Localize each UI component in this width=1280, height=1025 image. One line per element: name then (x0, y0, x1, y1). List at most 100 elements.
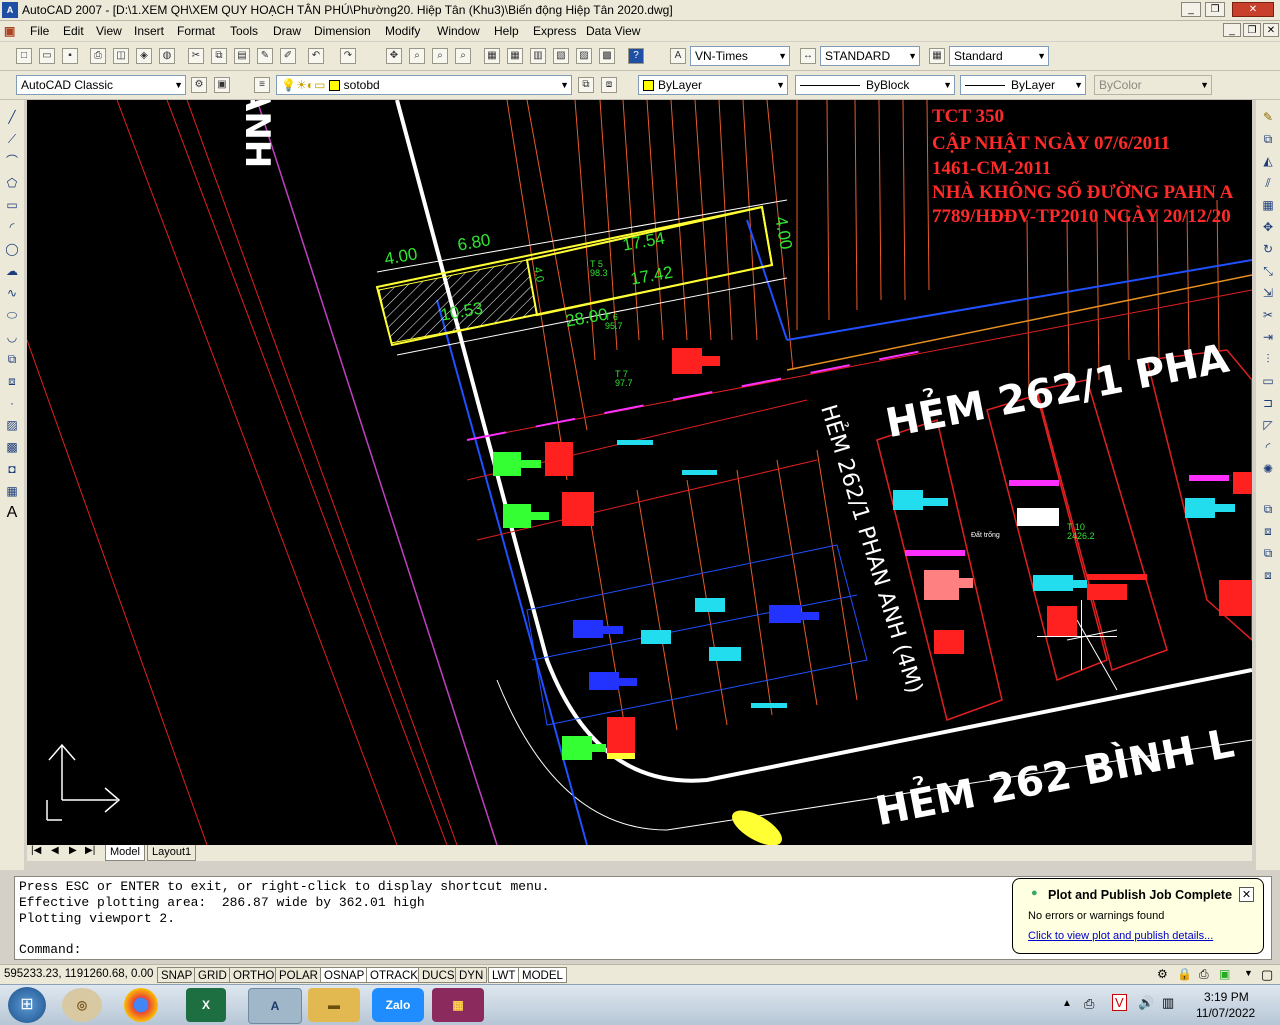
bring-front-icon[interactable]: ⧈ (1259, 522, 1277, 540)
publish-icon[interactable]: ◈ (136, 48, 152, 64)
offset-icon[interactable]: ⫽ (1259, 174, 1277, 192)
tab-first-icon[interactable]: |◀ (31, 845, 41, 856)
region-icon[interactable]: ◘ (3, 460, 21, 478)
table-style-select[interactable]: Standard ▼ (949, 46, 1049, 66)
tab-layout1[interactable]: Layout1 (147, 845, 197, 861)
ellipse-icon[interactable]: ⬭ (3, 306, 21, 324)
layer-select[interactable]: 💡☀◐▭ sotobd ▼ (276, 75, 572, 95)
drawing-canvas[interactable]: TCT 350 CẬP NHẬT NGÀY 07/6/2011 1461-CM-… (27, 100, 1252, 845)
array-icon[interactable]: ▦ (1259, 196, 1277, 214)
explode-icon[interactable]: ✺ (1259, 460, 1277, 478)
winrar-app-icon[interactable]: ▦ (432, 988, 484, 1022)
insert-block-icon[interactable]: ⧉ (3, 350, 21, 368)
my-workspace-icon[interactable]: ▣ (214, 77, 230, 93)
autocad-app-icon[interactable]: A (2, 2, 18, 18)
otrack-toggle[interactable]: OTRACK (366, 967, 422, 983)
rotate-icon[interactable]: ↻ (1259, 240, 1277, 258)
osnap-toggle[interactable]: OSNAP (320, 967, 369, 983)
break-icon[interactable]: ▭ (1259, 372, 1277, 390)
lwt-toggle[interactable]: LWT (488, 967, 520, 983)
multiline-text-icon[interactable]: A (3, 504, 21, 522)
table-icon[interactable]: ▦ (3, 482, 21, 500)
plot-status-icon[interactable]: ⎙ (1199, 967, 1209, 982)
undo-icon[interactable]: ↶ (308, 48, 324, 64)
menu-view[interactable]: View (96, 24, 122, 38)
paste-icon[interactable]: ▤ (234, 48, 250, 64)
make-layer-current-icon[interactable]: ⧉ (578, 77, 594, 93)
tab-last-icon[interactable]: ▶| (85, 845, 95, 856)
model-toggle[interactable]: MODEL (518, 967, 567, 983)
rectangle-icon[interactable]: ▭ (3, 196, 21, 214)
color-select[interactable]: ByLayer ▼ (638, 75, 788, 95)
scale-icon[interactable]: ⤡ (1259, 262, 1277, 280)
help-icon[interactable]: ? (628, 48, 644, 64)
properties-icon[interactable]: ▦ (484, 48, 500, 64)
layer-previous-icon[interactable]: ⧈ (601, 77, 617, 93)
layer-manager-icon[interactable]: ≡ (254, 77, 270, 93)
circle-icon[interactable]: ◯ (3, 240, 21, 258)
printer-tray-icon[interactable]: ⎙ (1084, 996, 1094, 1012)
chamfer-icon[interactable]: ◸ (1259, 416, 1277, 434)
publish-status-icon[interactable]: ▣ (1219, 967, 1230, 981)
break-at-point-icon[interactable]: ⫶ (1259, 350, 1277, 368)
draw-order-icon[interactable]: ⧉ (1259, 500, 1277, 518)
balloon-close-button[interactable]: ✕ (1239, 887, 1254, 902)
text-style-icon[interactable]: A (670, 48, 686, 64)
tab-next-icon[interactable]: ▶ (69, 845, 77, 856)
redo-icon[interactable]: ↷ (340, 48, 356, 64)
workspace-settings-icon[interactable]: ⚙ (191, 77, 207, 93)
start-button[interactable]: ⊞ (8, 987, 46, 1023)
explorer-app-icon[interactable]: ◎ (62, 988, 102, 1022)
trim-icon[interactable]: ✂ (1259, 306, 1277, 324)
cut-icon[interactable]: ✂ (188, 48, 204, 64)
autocad-app-icon[interactable]: A (248, 988, 302, 1024)
zoom-window-icon[interactable]: ⌕ (432, 48, 448, 64)
send-back-icon[interactable]: ⧉ (1259, 544, 1277, 562)
lineweight-select[interactable]: ByLayer ▼ (960, 75, 1086, 95)
save-icon[interactable]: ▪ (62, 48, 78, 64)
new-icon[interactable]: □ (16, 48, 32, 64)
workspace-select[interactable]: AutoCAD Classic ▼ (16, 75, 186, 95)
menu-express[interactable]: Express (533, 24, 576, 38)
arc-icon[interactable]: ◜ (3, 218, 21, 236)
markup-icon[interactable]: ▨ (576, 48, 592, 64)
gradient-icon[interactable]: ▩ (3, 438, 21, 456)
menu-help[interactable]: Help (494, 24, 519, 38)
erase-icon[interactable]: ✎ (1259, 108, 1277, 126)
ducs-toggle[interactable]: DUCS (418, 967, 459, 983)
zalo-app-icon[interactable]: Zalo (372, 988, 424, 1022)
menu-insert[interactable]: Insert (134, 24, 164, 38)
excel-app-icon[interactable]: X (186, 988, 226, 1022)
plot-icon[interactable]: ⎙ (90, 48, 106, 64)
grid-toggle[interactable]: GRID (194, 967, 231, 983)
menu-tools[interactable]: Tools (230, 24, 258, 38)
coordinate-readout[interactable]: 595233.23, 1191260.68, 0.00 (4, 968, 153, 980)
polygon-icon[interactable]: ⬠ (3, 174, 21, 192)
balloon-details-link[interactable]: Click to view plot and publish details..… (1028, 930, 1213, 942)
status-menu-arrow[interactable]: ▼ (1244, 968, 1253, 978)
3d-dwf-icon[interactable]: ◍ (159, 48, 175, 64)
point-icon[interactable]: · (3, 394, 21, 412)
text-style-select[interactable]: VN-Times ▼ (690, 46, 790, 66)
menu-data-view[interactable]: Data View (586, 24, 640, 38)
clock-time[interactable]: 3:19 PM (1204, 990, 1249, 1004)
doc-restore-button[interactable]: ❐ (1243, 23, 1261, 37)
polar-toggle[interactable]: POLAR (275, 967, 322, 983)
stretch-icon[interactable]: ⇲ (1259, 284, 1277, 302)
clock-date[interactable]: 11/07/2022 (1196, 1006, 1255, 1020)
menu-window[interactable]: Window (437, 24, 480, 38)
mirror-icon[interactable]: ◭ (1259, 152, 1277, 170)
communication-center-icon[interactable]: ⚙ (1157, 967, 1168, 981)
antivirus-tray-icon[interactable]: V (1112, 994, 1127, 1011)
dim-style-select[interactable]: STANDARD ▼ (820, 46, 920, 66)
block-editor-icon[interactable]: ✐ (280, 48, 296, 64)
copy-object-icon[interactable]: ⧉ (1259, 130, 1277, 148)
tab-model[interactable]: Model (105, 845, 145, 861)
design-center-icon[interactable]: ▦ (507, 48, 523, 64)
menu-edit[interactable]: Edit (63, 24, 84, 38)
restore-button[interactable]: ❐ (1205, 2, 1225, 17)
fillet-icon[interactable]: ◜ (1259, 438, 1277, 456)
line-icon[interactable]: ╱ (3, 108, 21, 126)
dim-style-icon[interactable]: ↔ (800, 48, 816, 64)
minimize-button[interactable]: _ (1181, 2, 1201, 17)
